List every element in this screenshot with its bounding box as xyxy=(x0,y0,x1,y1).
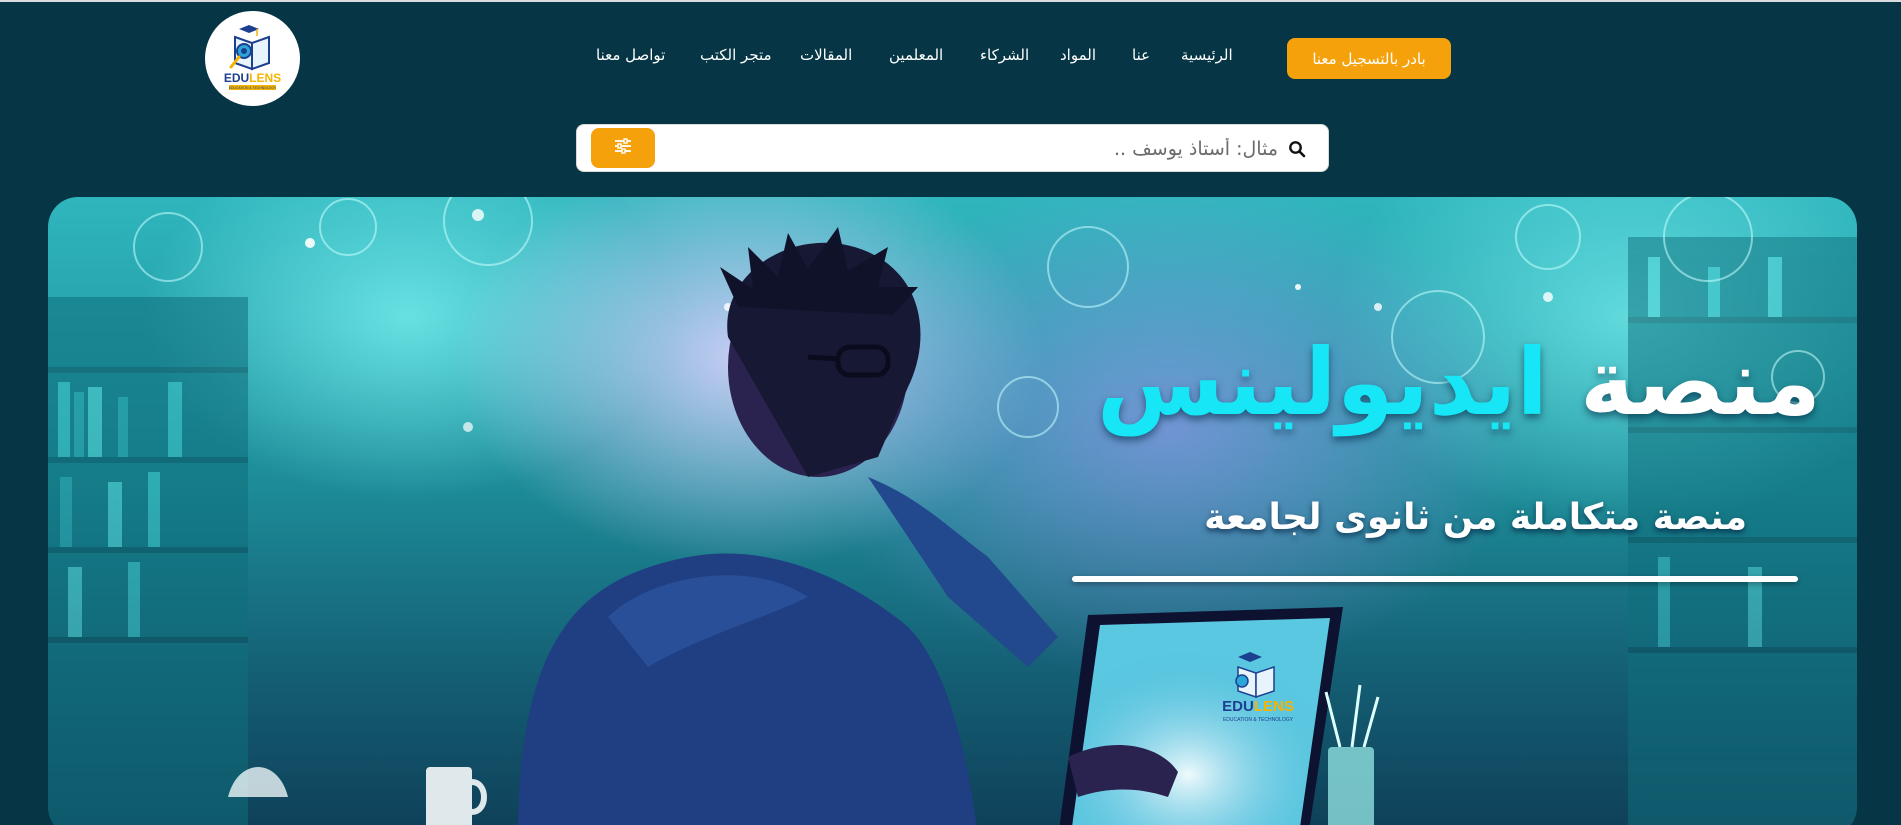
filter-button[interactable] xyxy=(591,128,655,168)
svg-text:EDULENS: EDULENS xyxy=(1222,698,1294,715)
search-input[interactable] xyxy=(828,133,1278,165)
laptop: EDULENS EDUCATION & TECHNOLOGY xyxy=(1059,607,1343,825)
top-border xyxy=(0,0,1901,2)
nav-partners[interactable]: الشركاء xyxy=(980,46,1029,64)
nav-about[interactable]: عنا xyxy=(1132,46,1150,64)
student-figure xyxy=(518,227,1058,825)
laptop-logo-tagline: EDUCATION & TECHNOLOGY xyxy=(1223,717,1294,723)
laptop-logo-edu: EDU xyxy=(1222,698,1254,715)
hero-divider xyxy=(1072,576,1798,582)
logo-word-lens: LENS xyxy=(249,71,281,85)
nav-home[interactable]: الرئيسية xyxy=(1181,46,1233,64)
laptop-logo-lens: LENS xyxy=(1254,698,1294,715)
logo-word-edu: EDU xyxy=(224,71,249,85)
nav-contact[interactable]: تواصل معنا xyxy=(596,46,665,64)
svg-text:EDULENS: EDULENS xyxy=(224,71,281,85)
nav-articles[interactable]: المقالات xyxy=(800,46,852,64)
main-nav: الرئيسية عنا المواد الشركاء المعلمين الم… xyxy=(0,46,1901,70)
nav-subjects[interactable]: المواد xyxy=(1060,46,1096,64)
search-bar xyxy=(576,124,1329,172)
hero-title: منصة ايديولينس xyxy=(1097,337,1821,429)
hero-banner: EDULENS EDUCATION & TECHNOLOGY منصة ايدي… xyxy=(48,197,1857,825)
hero-subtitle: منصة متكاملة من ثانوى لجامعة xyxy=(1204,497,1747,538)
nav-bookstore[interactable]: متجر الكتب xyxy=(700,46,772,64)
logo-tagline: EDUCATION & TECHNOLOGY xyxy=(229,86,277,90)
bookshelf-left xyxy=(48,297,248,825)
sliders-icon xyxy=(613,138,633,158)
hero-title-word-2: ايديولينس xyxy=(1096,329,1548,436)
register-button[interactable]: بادر بالتسجيل معنا xyxy=(1287,38,1451,79)
hero-title-word-1: منصة xyxy=(1580,329,1821,436)
search-icon[interactable] xyxy=(1288,140,1306,158)
nav-teachers[interactable]: المعلمين xyxy=(889,46,943,64)
